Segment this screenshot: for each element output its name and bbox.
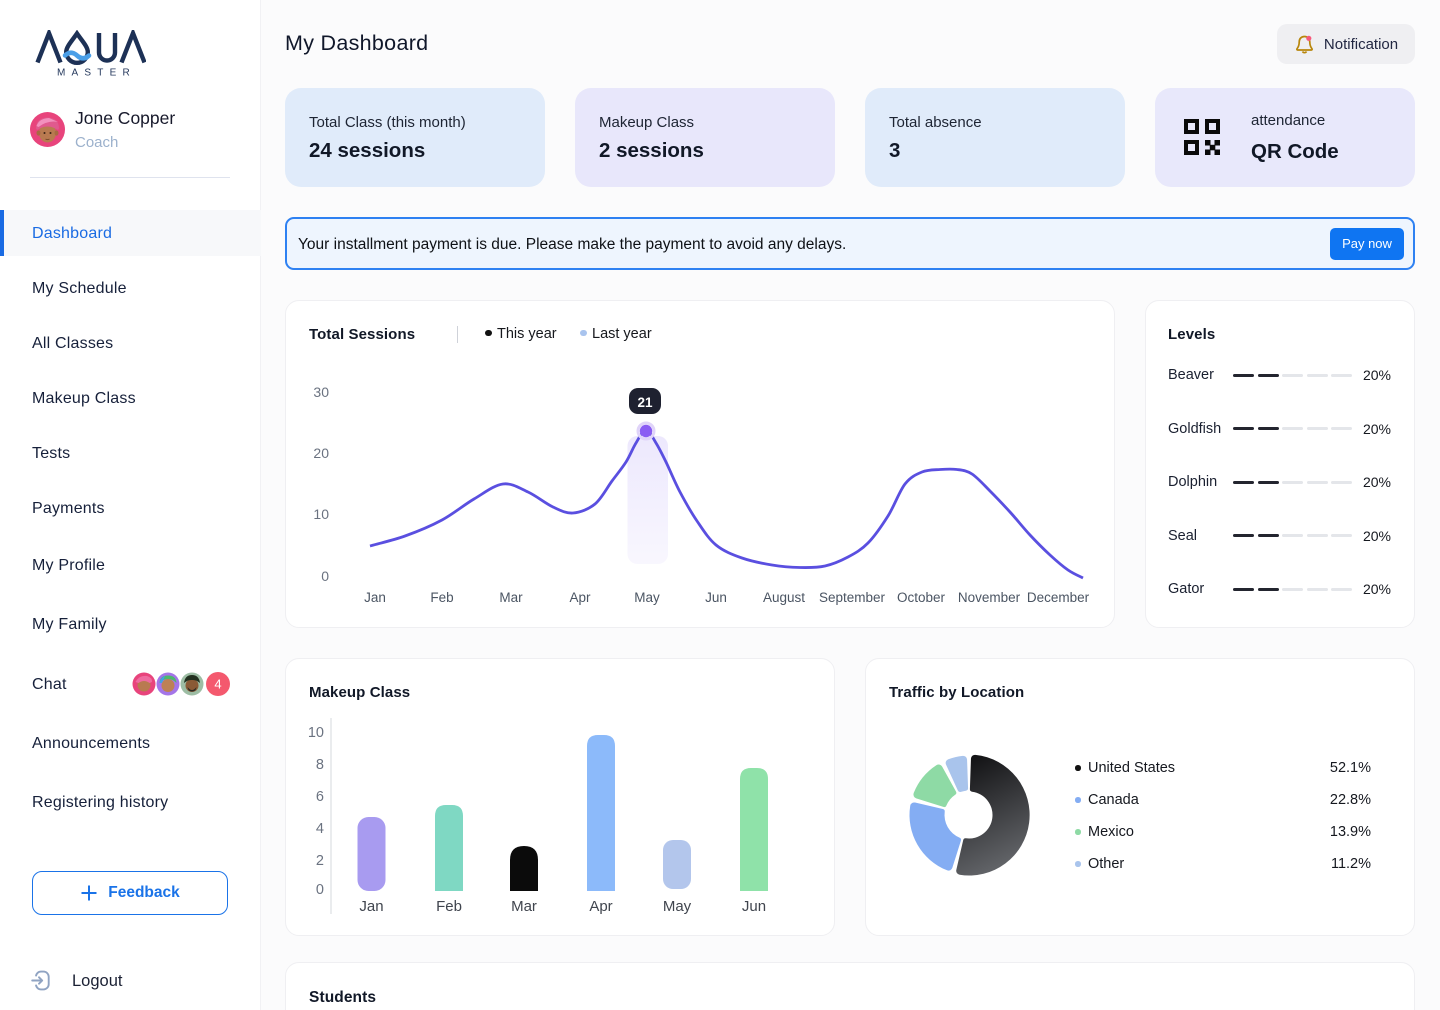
svg-text:4: 4 (214, 677, 221, 692)
svg-text:21: 21 (637, 395, 653, 410)
svg-text:MASTER: MASTER (57, 68, 136, 79)
